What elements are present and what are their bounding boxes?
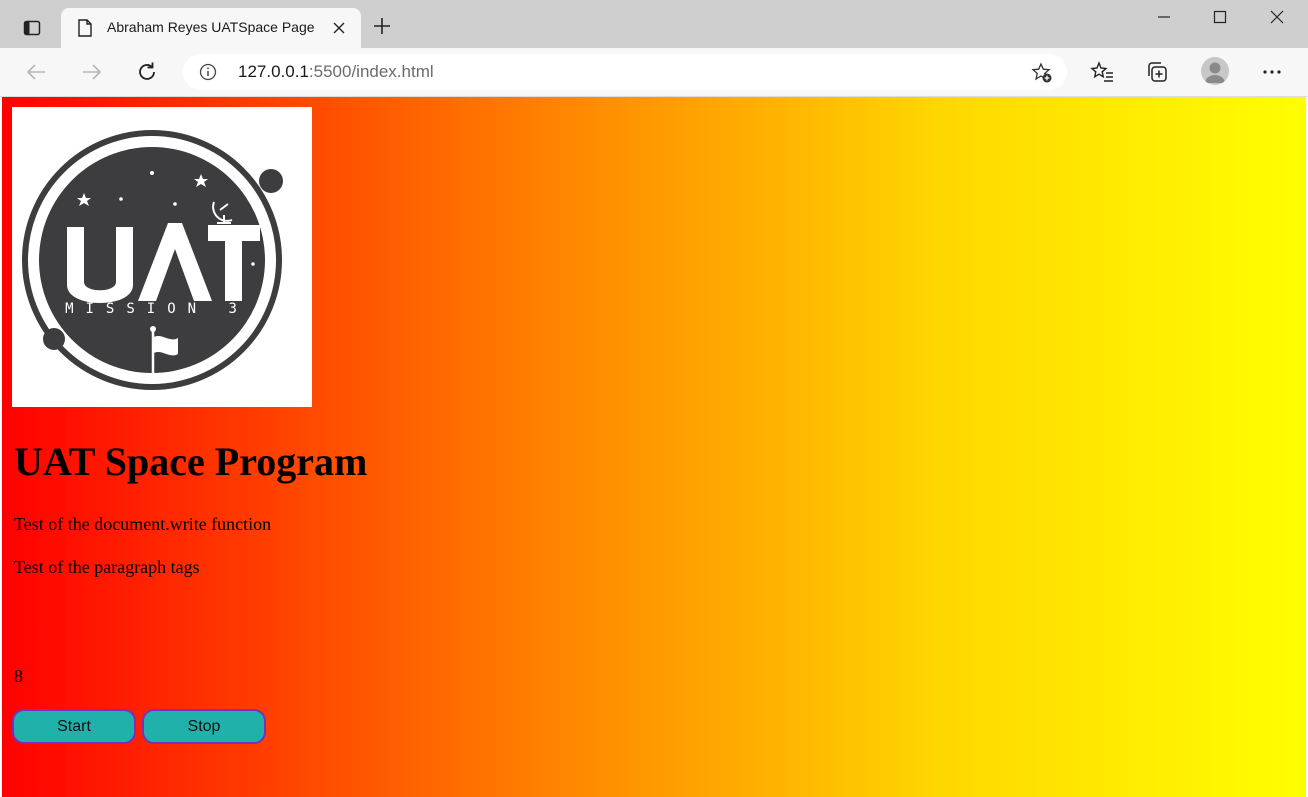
stop-button[interactable]: Stop	[142, 709, 266, 744]
page-title: UAT Space Program	[14, 439, 368, 484]
tab-title: Abraham Reyes UATSpace Page	[107, 19, 315, 35]
profile-avatar[interactable]	[1201, 57, 1229, 85]
page-icon	[78, 19, 92, 37]
url-text[interactable]: 127.0.0.1:5500/index.html	[238, 62, 434, 82]
address-bar[interactable]: 127.0.0.1:5500/index.html	[183, 54, 1067, 90]
window-close-icon[interactable]	[1257, 6, 1297, 28]
back-arrow-icon[interactable]	[22, 58, 50, 86]
browser-toolbar: 127.0.0.1:5500/index.html	[0, 48, 1308, 97]
tab-strip: Abraham Reyes UATSpace Page	[0, 0, 1308, 48]
tab-actions-icon[interactable]	[18, 14, 46, 42]
favorites-icon[interactable]	[1088, 58, 1116, 86]
url-host: 127.0.0.1	[238, 62, 309, 81]
logo-subtitle: MISSION 3	[65, 301, 249, 317]
url-path: :5500/index.html	[308, 62, 434, 81]
close-tab-icon[interactable]	[329, 18, 349, 38]
document-write-text: Test of the document.write function	[14, 514, 272, 534]
paragraph-text: Test of the paragraph tags	[14, 557, 200, 577]
forward-arrow-icon[interactable]	[78, 58, 106, 86]
site-info-icon[interactable]	[199, 63, 217, 81]
start-button[interactable]: Start	[12, 709, 136, 744]
active-tab[interactable]: Abraham Reyes UATSpace Page	[61, 8, 361, 48]
minimize-icon[interactable]	[1144, 6, 1184, 28]
counter-value: 8	[14, 666, 23, 686]
collections-icon[interactable]	[1143, 58, 1171, 86]
new-tab-icon[interactable]	[370, 14, 394, 38]
page-viewport: MISSION 3 UAT Space Program Test of the …	[2, 97, 1306, 797]
uat-mission-logo: MISSION 3	[12, 107, 312, 407]
maximize-icon[interactable]	[1200, 6, 1240, 28]
more-options-icon[interactable]	[1258, 58, 1286, 86]
refresh-icon[interactable]	[133, 58, 161, 86]
add-favorite-icon[interactable]	[1031, 62, 1053, 84]
